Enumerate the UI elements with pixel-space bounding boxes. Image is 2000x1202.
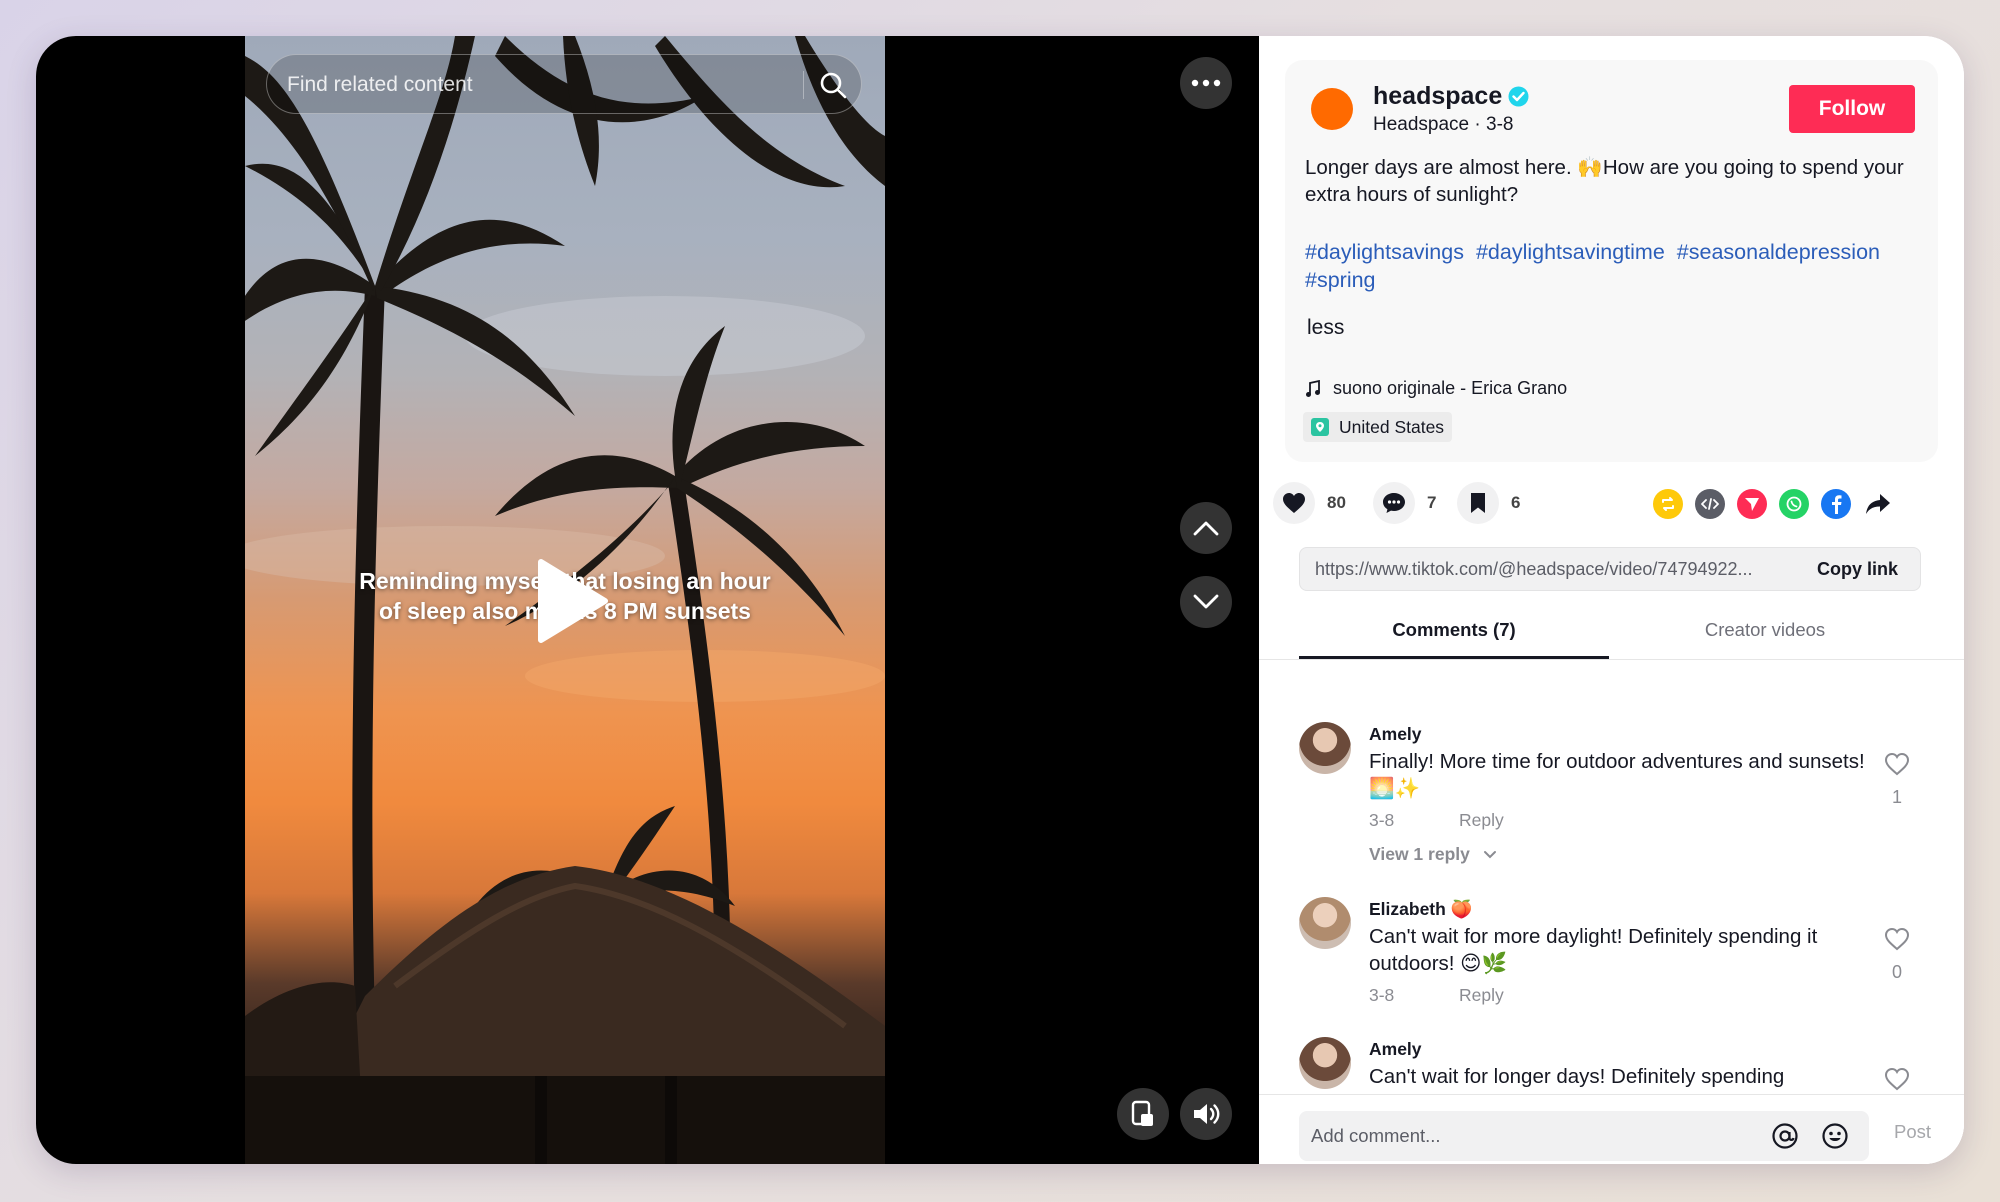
view-replies-label: View 1 reply: [1369, 844, 1470, 864]
post-description-card: headspace Headspace · 3-8 Follow Longer …: [1285, 60, 1938, 462]
comment-action[interactable]: 7: [1373, 482, 1436, 524]
hashtag-list: #daylightsavings #daylightsavingtime #se…: [1305, 238, 1925, 294]
comment-date: 3-8: [1369, 985, 1395, 1005]
comment-like[interactable]: [1882, 1067, 1912, 1094]
tab-comments[interactable]: Comments (7): [1299, 619, 1609, 641]
previous-video-button[interactable]: [1180, 502, 1232, 554]
comment-item: Elizabeth 🍑 Can't wait for more daylight…: [1299, 897, 1939, 1017]
follow-button[interactable]: Follow: [1789, 85, 1915, 133]
reply-button[interactable]: Reply: [1459, 985, 1504, 1006]
commenter-name[interactable]: Elizabeth 🍑: [1369, 899, 1472, 920]
bookmark-icon[interactable]: [1457, 482, 1499, 524]
video-pane[interactable]: Find related content Reminding myself th…: [36, 36, 1259, 1164]
chevron-up-icon: [1193, 521, 1219, 536]
mention-icon[interactable]: [1771, 1122, 1799, 1150]
comment-like[interactable]: 1: [1882, 752, 1912, 808]
active-tab-indicator: [1299, 656, 1609, 659]
author-name[interactable]: headspace: [1373, 82, 1502, 111]
tab-creator-videos[interactable]: Creator videos: [1610, 619, 1920, 641]
video-url[interactable]: https://www.tiktok.com/@headspace/video/…: [1315, 559, 1753, 580]
comment-text: Can't wait for more daylight! Definitely…: [1369, 925, 1818, 975]
location-tag[interactable]: United States: [1303, 412, 1453, 442]
music-note-icon: [1306, 379, 1320, 397]
whatsapp-icon[interactable]: [1779, 489, 1809, 519]
commenter-avatar[interactable]: [1299, 722, 1351, 774]
emoji-icon[interactable]: [1821, 1122, 1849, 1150]
detail-panel: headspace Headspace · 3-8 Follow Longer …: [1259, 36, 1964, 1164]
chevron-down-icon: [1483, 851, 1496, 859]
comment-composer: Add comment... Post: [1259, 1094, 1964, 1164]
heart-outline-icon[interactable]: [1884, 927, 1910, 951]
comment-list[interactable]: Amely Finally! More time for outdoor adv…: [1259, 660, 1964, 1094]
comment-bubble-icon[interactable]: [1373, 482, 1415, 524]
verified-badge-icon: [1508, 86, 1529, 107]
volume-icon: [1194, 1104, 1220, 1124]
author-avatar[interactable]: [1311, 88, 1353, 130]
view-replies-button[interactable]: View 1 reply: [1369, 844, 1497, 865]
copy-link-button[interactable]: Copy link: [1817, 559, 1898, 580]
like-action[interactable]: 80: [1273, 482, 1346, 524]
engagement-actions: 80 7 6: [1273, 482, 1953, 538]
music-link[interactable]: suono originale - Erica Grano: [1305, 378, 1567, 399]
next-video-button[interactable]: [1180, 576, 1232, 628]
comment-like-count: 1: [1891, 787, 1902, 807]
mini-player-icon: [1131, 1100, 1153, 1126]
comment-date: 3-8: [1369, 810, 1395, 830]
search-placeholder: Find related content: [287, 73, 473, 96]
search-icon[interactable]: [818, 70, 848, 100]
comment-item: Amely Finally! More time for outdoor adv…: [1299, 722, 1939, 872]
video-link-box: https://www.tiktok.com/@headspace/video/…: [1299, 547, 1921, 591]
share-arrow-icon[interactable]: [1863, 489, 1893, 519]
less-toggle[interactable]: less: [1307, 316, 1344, 340]
volume-button[interactable]: [1180, 1088, 1232, 1140]
comment-like[interactable]: 0: [1882, 927, 1912, 983]
location-pin-icon: [1311, 418, 1329, 436]
chevron-down-icon: [1193, 594, 1219, 609]
more-dots-icon: [1191, 79, 1221, 87]
search-divider: [803, 71, 804, 99]
find-related-search[interactable]: Find related content: [266, 54, 862, 114]
author-subtitle: Headspace · 3-8: [1373, 114, 1514, 135]
app-window: Find related content Reminding myself th…: [36, 36, 1964, 1164]
comment-text: Can't wait for longer days! Definitely s…: [1369, 1065, 1785, 1088]
add-comment-input[interactable]: Add comment...: [1299, 1111, 1869, 1161]
hashtag-link[interactable]: #seasonaldepression: [1677, 240, 1880, 264]
hashtag-link[interactable]: #daylightsavingtime: [1476, 240, 1665, 264]
commenter-avatar[interactable]: [1299, 1037, 1351, 1089]
heart-icon[interactable]: [1273, 482, 1315, 524]
embed-icon[interactable]: [1695, 489, 1725, 519]
post-description: Longer days are almost here. 🙌How are yo…: [1305, 156, 1904, 206]
heart-outline-icon[interactable]: [1884, 1067, 1910, 1091]
commenter-name[interactable]: Amely: [1369, 1039, 1422, 1060]
comment-count: 7: [1427, 493, 1437, 512]
comment-item: Amely Can't wait for longer days! Defini…: [1299, 1037, 1939, 1094]
mini-player-button[interactable]: [1117, 1088, 1169, 1140]
like-count: 80: [1327, 493, 1346, 512]
commenter-name[interactable]: Amely: [1369, 724, 1422, 745]
heart-outline-icon[interactable]: [1884, 752, 1910, 776]
more-options-button[interactable]: [1180, 57, 1232, 109]
send-icon[interactable]: [1737, 489, 1767, 519]
post-comment-button[interactable]: Post: [1894, 1121, 1931, 1143]
hashtag-link[interactable]: #daylightsavings: [1305, 240, 1464, 264]
comment-tabs: Comments (7) Creator videos: [1259, 602, 1964, 660]
location-label: United States: [1339, 416, 1445, 437]
reply-button[interactable]: Reply: [1459, 810, 1504, 831]
hashtag-link[interactable]: #spring: [1305, 268, 1376, 292]
facebook-icon[interactable]: [1821, 489, 1851, 519]
comment-text: Finally! More time for outdoor adventure…: [1369, 750, 1865, 800]
repost-icon[interactable]: [1653, 489, 1683, 519]
comment-like-count: 0: [1891, 962, 1902, 982]
comment-placeholder: Add comment...: [1311, 1125, 1441, 1146]
commenter-avatar[interactable]: [1299, 897, 1351, 949]
music-title: suono originale - Erica Grano: [1333, 378, 1568, 398]
play-icon[interactable]: [533, 558, 609, 644]
favorite-action[interactable]: 6: [1457, 482, 1520, 524]
favorite-count: 6: [1511, 493, 1521, 512]
